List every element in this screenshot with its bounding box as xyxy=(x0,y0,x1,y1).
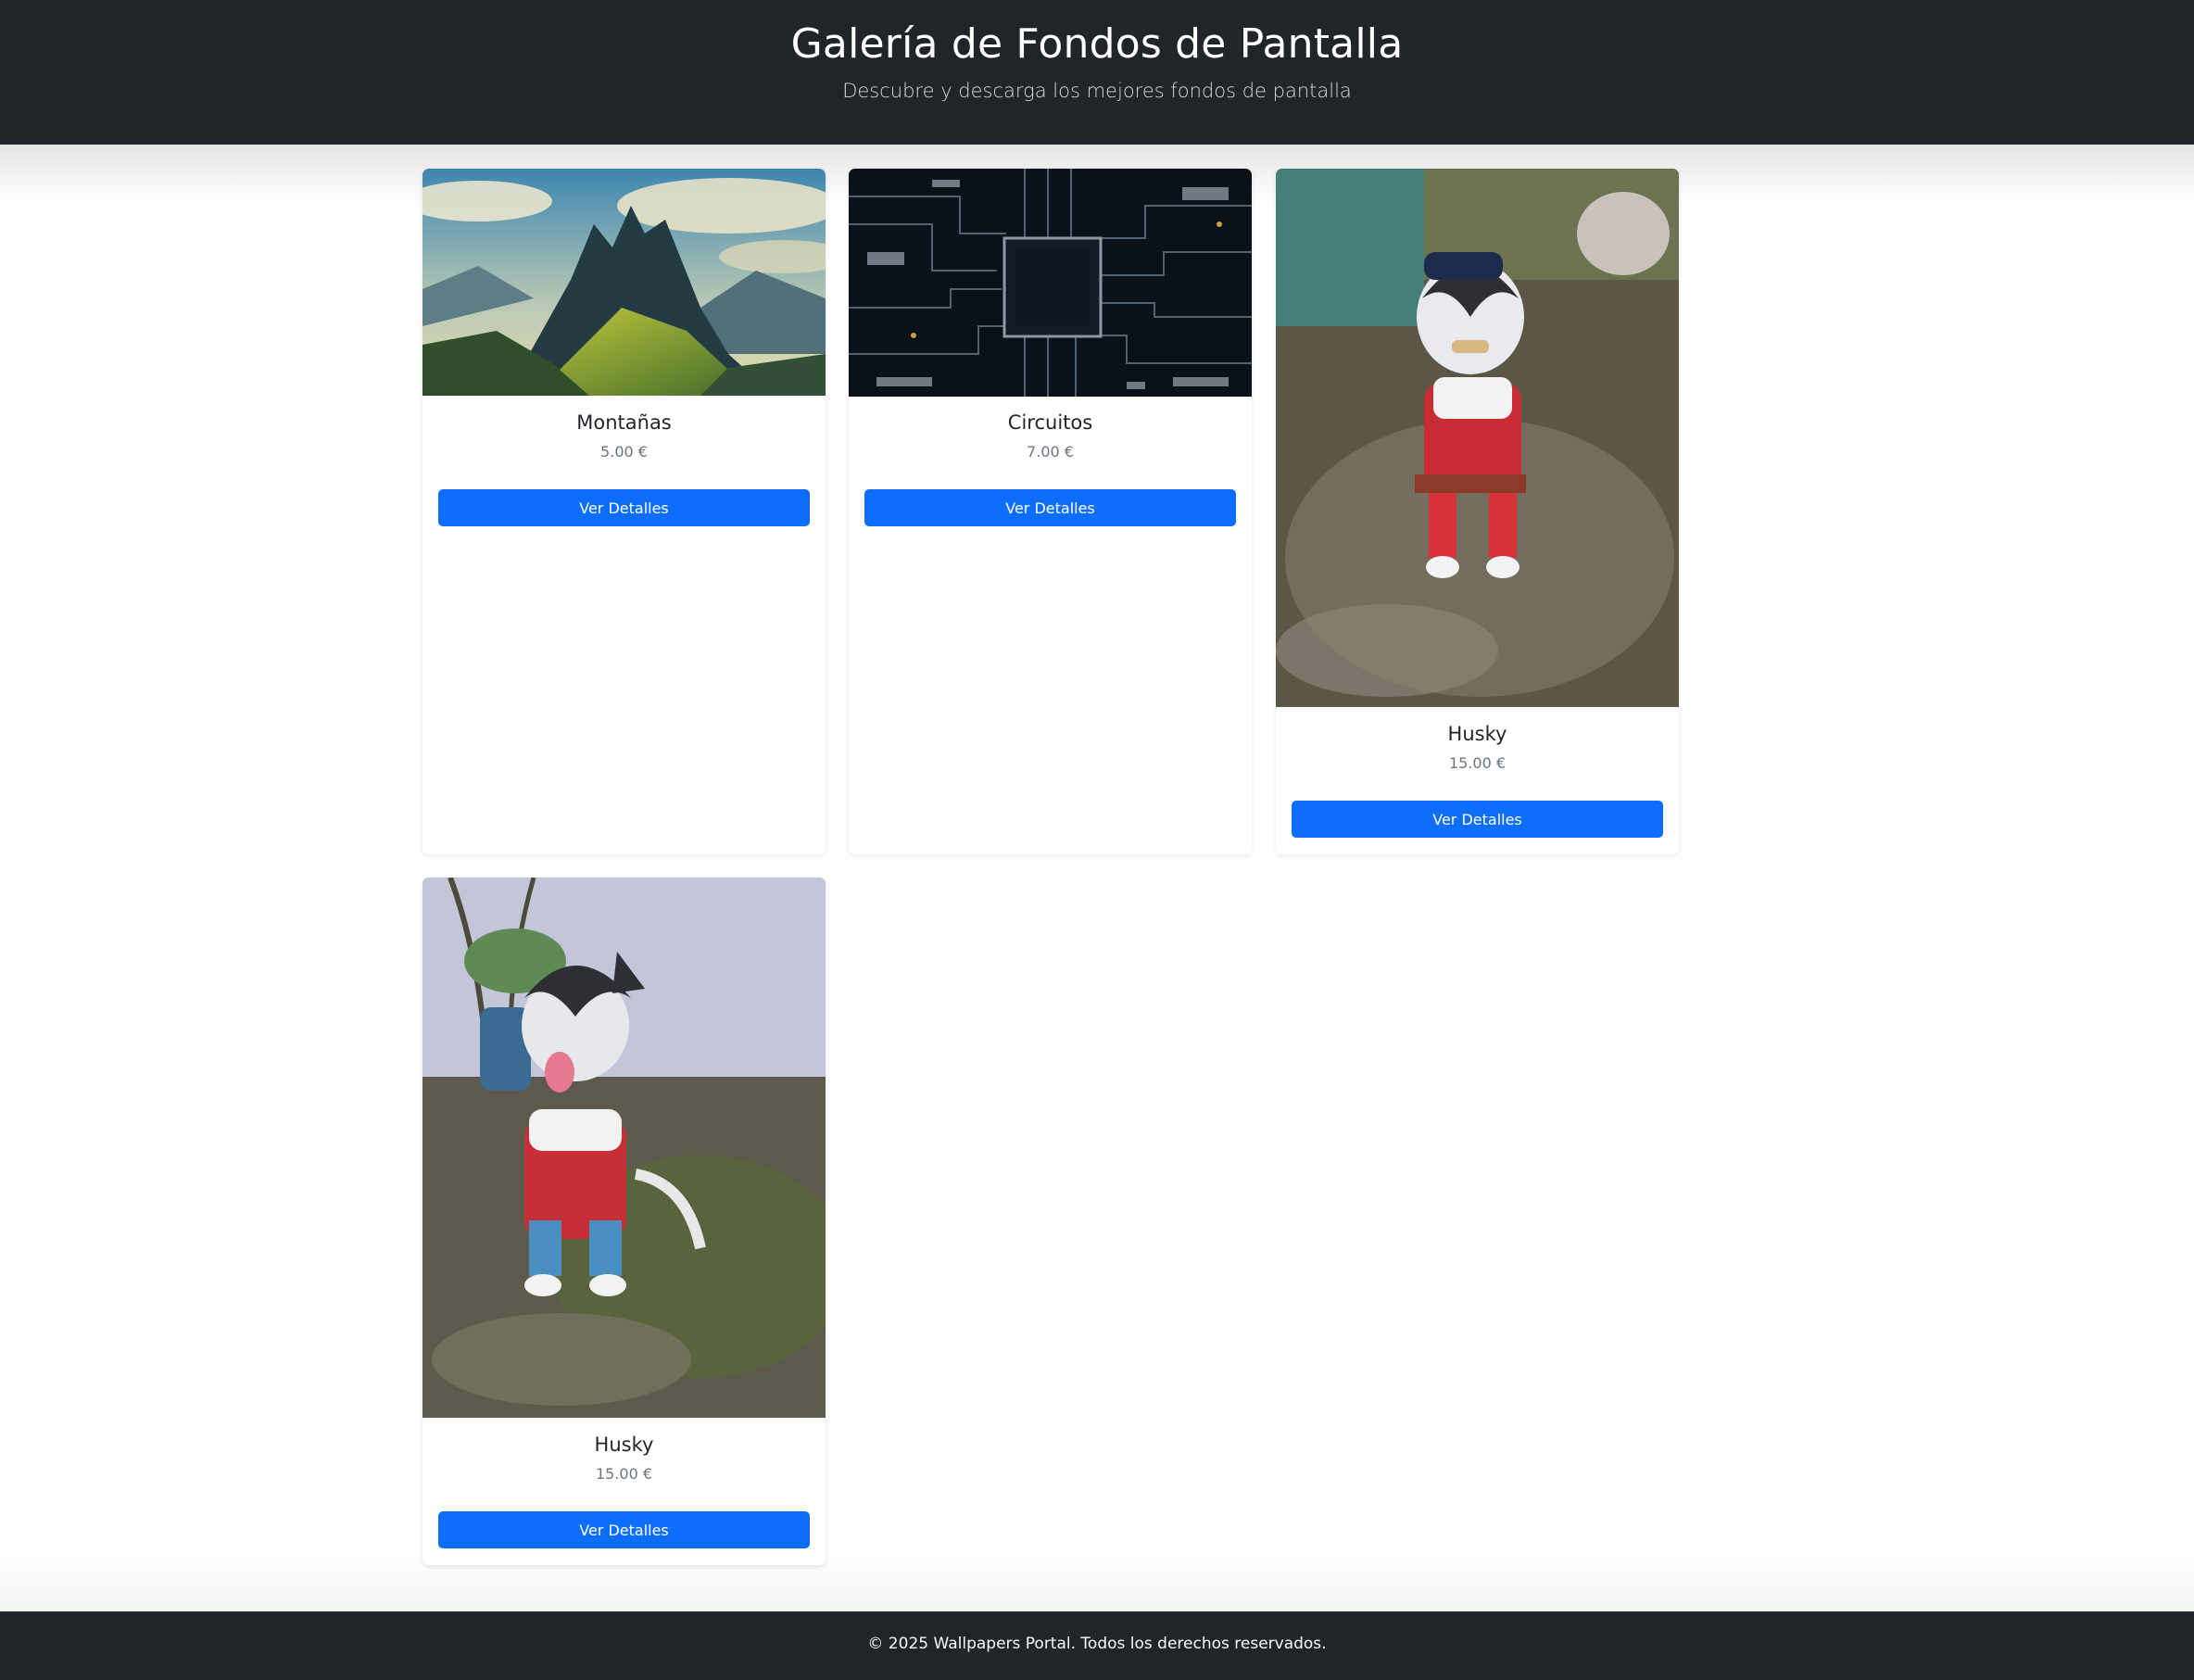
site-footer: © 2025 Wallpapers Portal. Todos los dere… xyxy=(0,1611,2194,1680)
wallpaper-image[interactable] xyxy=(1276,169,1679,707)
mountain-landscape-image xyxy=(422,169,826,396)
circuit-board-image xyxy=(849,169,1252,397)
wallpaper-price: 15.00 € xyxy=(595,1465,653,1483)
view-details-button[interactable]: Ver Detalles xyxy=(438,489,810,526)
view-details-button[interactable]: Ver Detalles xyxy=(864,489,1236,526)
wallpaper-image[interactable] xyxy=(849,169,1252,397)
view-details-button[interactable]: Ver Detalles xyxy=(1292,801,1663,838)
husky-costume-image xyxy=(422,878,826,1418)
wallpaper-image[interactable] xyxy=(422,169,826,396)
wallpaper-card: Circuitos 7.00 € Ver Detalles xyxy=(849,169,1252,854)
wallpaper-card: Montañas 5.00 € Ver Detalles xyxy=(422,169,826,854)
wallpaper-title: Circuitos xyxy=(1007,411,1093,434)
wallpaper-card: Husky 15.00 € Ver Detalles xyxy=(422,878,826,1565)
wallpaper-title: Husky xyxy=(1447,723,1507,745)
husky-costume-image xyxy=(1276,169,1679,707)
page-subtitle: Descubre y descarga los mejores fondos d… xyxy=(842,80,1352,102)
gallery-main: Montañas 5.00 € Ver Detalles Circuitos 7… xyxy=(0,145,2194,1611)
view-details-button[interactable]: Ver Detalles xyxy=(438,1511,810,1548)
wallpaper-price: 15.00 € xyxy=(1448,754,1507,772)
wallpaper-price: 5.00 € xyxy=(600,443,648,461)
wallpaper-price: 7.00 € xyxy=(1027,443,1074,461)
wallpaper-image[interactable] xyxy=(422,878,826,1418)
site-header: Galería de Fondos de Pantalla Descubre y… xyxy=(0,0,2194,145)
footer-copyright: © 2025 Wallpapers Portal. Todos los dere… xyxy=(867,1635,1327,1653)
wallpaper-card: Husky 15.00 € Ver Detalles xyxy=(1276,169,1679,854)
wallpaper-title: Husky xyxy=(594,1434,654,1456)
page-title: Galería de Fondos de Pantalla xyxy=(790,20,1404,68)
wallpaper-title: Montañas xyxy=(576,411,672,434)
